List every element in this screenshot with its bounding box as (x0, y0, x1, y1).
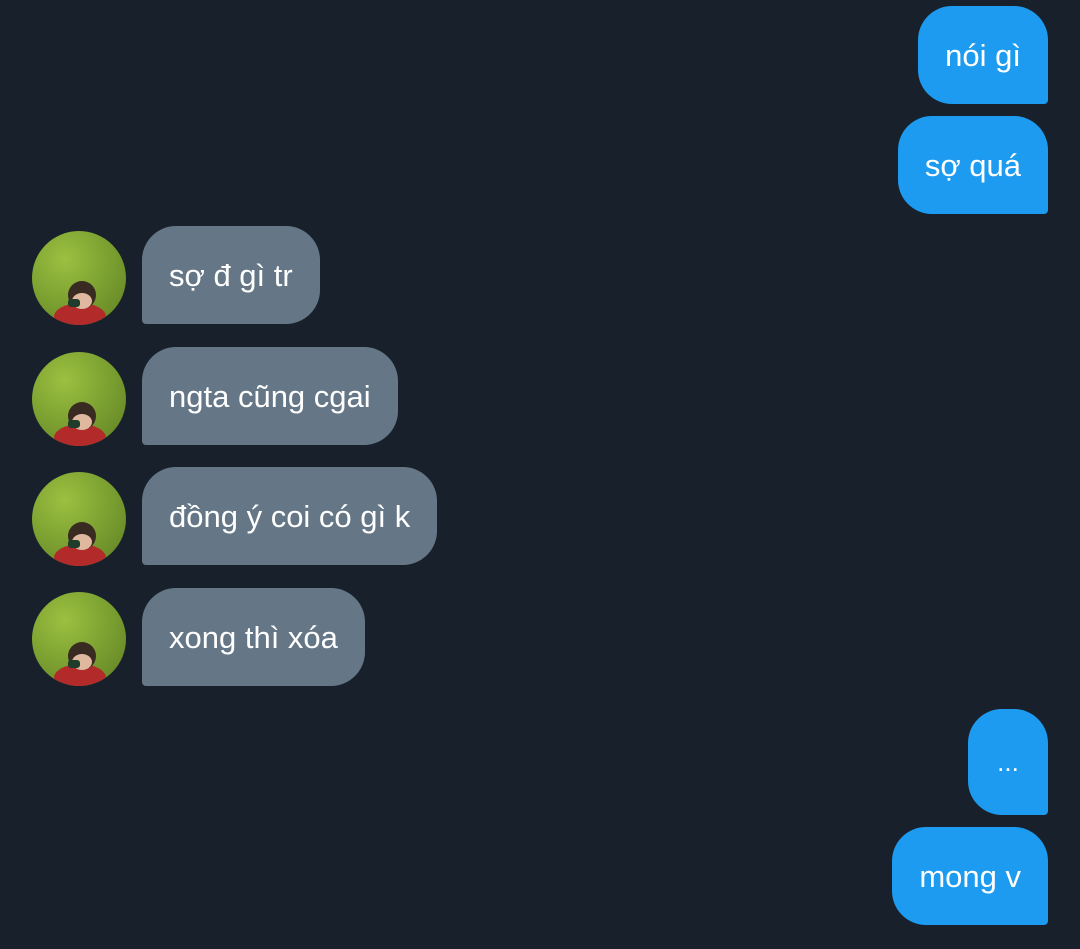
user-avatar-icon[interactable] (32, 592, 126, 686)
received-message-bubble[interactable]: xong thì xóa (142, 588, 365, 686)
message-text: sợ đ gì tr (169, 257, 293, 293)
sent-message-bubble[interactable]: ... (968, 709, 1048, 815)
message-text: xong thì xóa (169, 619, 338, 655)
user-avatar-icon[interactable] (32, 472, 126, 566)
message-text: nói gì (945, 37, 1021, 73)
received-message-bubble[interactable]: ngta cũng cgai (142, 347, 398, 445)
message-text: đồng ý coi có gì k (169, 498, 411, 534)
received-message-bubble[interactable]: đồng ý coi có gì k (142, 467, 438, 565)
sent-message-bubble[interactable]: sợ quá (897, 116, 1048, 214)
message-text: ... (997, 747, 1019, 777)
message-text: mong v (919, 858, 1021, 894)
message-text: sợ quá (924, 147, 1021, 183)
sent-message-bubble[interactable]: mong v (892, 827, 1048, 925)
sent-message-bubble[interactable]: nói gì (918, 6, 1048, 104)
user-avatar-icon[interactable] (32, 352, 126, 446)
user-avatar-icon[interactable] (32, 231, 126, 325)
message-text: ngta cũng cgai (169, 378, 371, 414)
received-message-bubble[interactable]: sợ đ gì tr (142, 226, 320, 324)
